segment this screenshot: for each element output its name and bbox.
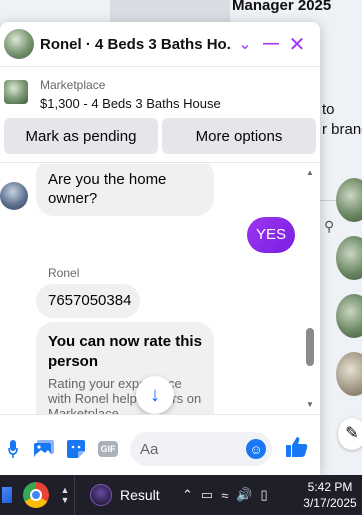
message-input-wrapper: ☺	[130, 432, 272, 466]
scrollbar-thumb[interactable]	[306, 328, 314, 366]
contact-avatar[interactable]	[336, 178, 362, 222]
marketplace-item-title: $1,300 - 4 Beds 3 Baths House	[40, 96, 221, 111]
system-tray: ⌃ ▭ ≈ 🔊 ▯	[182, 475, 296, 515]
message-bubble-incoming: 7657050384	[36, 284, 140, 318]
search-icon[interactable]: ⚲	[324, 218, 334, 235]
edit-icon[interactable]: ✎	[338, 418, 362, 450]
divider	[0, 162, 320, 163]
sender-name: Ronel	[48, 266, 80, 280]
contact-avatar[interactable]	[336, 236, 362, 280]
battery-icon[interactable]: ▭	[201, 487, 213, 503]
chat-header: Ronel · 4 Beds 3 Baths Ho... ⌄ — ✕	[0, 22, 320, 66]
scroll-down-icon[interactable]: ▼	[306, 400, 314, 409]
listing-title: Manager 2025	[232, 0, 332, 14]
arrow-down-icon: ↓	[150, 383, 160, 406]
gif-label: GIF	[98, 441, 118, 457]
rate-body: Rating your experience with Ronel helps …	[48, 376, 202, 414]
taskbar-separator	[74, 475, 75, 515]
gif-icon[interactable]: GIF	[97, 438, 119, 460]
rate-title: You can now rate this person	[48, 333, 202, 370]
divider	[0, 66, 320, 67]
result-app-button[interactable]: Result	[86, 475, 166, 515]
message-list: Are you the home owner? YES Ronel 765705…	[0, 164, 320, 414]
contact-avatar[interactable]	[336, 294, 362, 338]
battery-status-icon[interactable]: ▯	[261, 487, 268, 503]
chat-window: Ronel · 4 Beds 3 Baths Ho... ⌄ — ✕ Marke…	[0, 22, 320, 475]
taskbar-overflow-icon[interactable]: ▲ ▼	[58, 475, 72, 515]
contact-avatar[interactable]	[336, 352, 362, 396]
minimize-icon[interactable]: —	[258, 31, 284, 57]
chevron-down-icon[interactable]: ⌄	[232, 31, 258, 57]
scroll-to-bottom-button[interactable]: ↓	[136, 376, 174, 414]
microphone-icon[interactable]	[2, 438, 24, 460]
chrome-icon[interactable]	[22, 475, 50, 515]
composer: GIF ☺	[0, 428, 320, 475]
more-options-button[interactable]: More options	[162, 118, 316, 154]
start-icon[interactable]	[0, 475, 14, 515]
scrollbar[interactable]: ▲ ▼	[302, 166, 318, 412]
background-text-1: to	[322, 101, 335, 118]
marketplace-item[interactable]: Marketplace $1,300 - 4 Beds 3 Baths Hous…	[0, 74, 320, 112]
avatar[interactable]	[0, 182, 28, 210]
avatar[interactable]	[4, 29, 34, 59]
rate-card[interactable]: You can now rate this person Rating your…	[36, 322, 214, 414]
emoji-icon[interactable]: ☺	[246, 439, 266, 459]
app-icon	[90, 484, 112, 506]
message-bubble-incoming: Are you the home owner?	[36, 164, 214, 216]
chevron-up-icon[interactable]: ⌃	[182, 487, 193, 503]
scroll-up-icon[interactable]: ▲	[306, 168, 314, 177]
message-input[interactable]	[140, 438, 240, 460]
chat-title[interactable]: Ronel · 4 Beds 3 Baths Ho...	[40, 36, 232, 53]
photo-icon[interactable]	[33, 438, 55, 460]
marketplace-label: Marketplace	[40, 78, 106, 92]
message-bubble-outgoing: YES	[247, 217, 295, 253]
taskbar: ▲ ▼ Result ⌃ ▭ ≈ 🔊 ▯ 5:42 PM 3/17/2025	[0, 475, 362, 515]
clock[interactable]: 5:42 PM 3/17/2025	[298, 475, 362, 515]
background-text-2: r brand	[322, 121, 362, 138]
mark-as-pending-button[interactable]: Mark as pending	[4, 118, 158, 154]
divider	[0, 414, 320, 415]
like-icon[interactable]	[286, 436, 308, 464]
sticker-icon[interactable]	[65, 438, 87, 460]
clock-date: 3/17/2025	[303, 496, 357, 510]
listing-thumbnail	[4, 80, 28, 104]
volume-icon[interactable]: 🔊	[236, 487, 252, 503]
close-icon[interactable]: ✕	[284, 31, 310, 57]
wifi-icon[interactable]: ≈	[221, 488, 228, 503]
action-buttons: Mark as pending More options	[4, 118, 316, 154]
clock-time: 5:42 PM	[307, 480, 353, 494]
result-label: Result	[120, 487, 160, 503]
